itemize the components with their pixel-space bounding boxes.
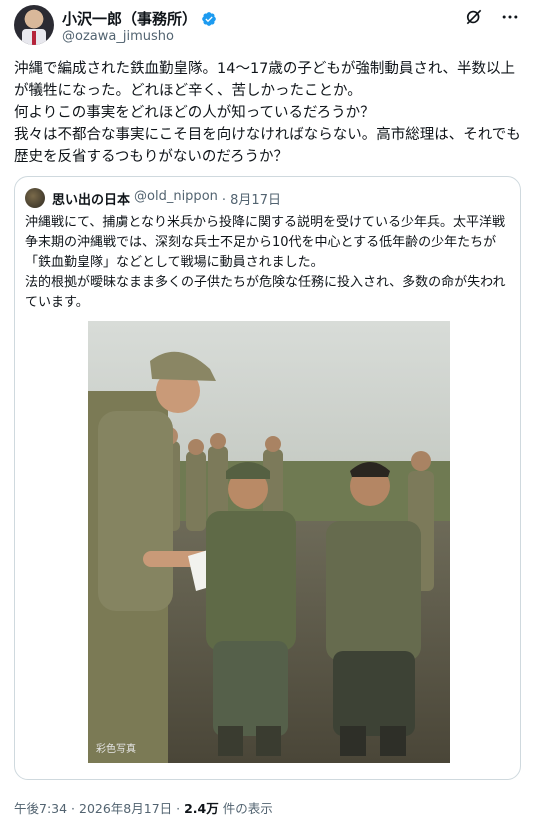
quoted-photo[interactable]: 彩色写真 [88,321,450,763]
tweet-meta: 午後7:34 · 2026年8月17日 · 2.4万 件の表示 [14,798,273,817]
author-handle[interactable]: @ozawa_jimusho [62,29,174,44]
quoted-author-name: 思い出の日本 [52,193,131,208]
author-name[interactable]: 小沢一郎（事務所） [62,8,197,29]
view-count: 2.4万 [184,801,219,816]
more-icon[interactable] [499,6,521,28]
photo-caption: 彩色写真 [96,744,136,755]
grok-icon[interactable] [463,6,485,28]
tweet-timestamp[interactable]: 午後7:34 · 2026年8月17日 · [14,801,184,816]
quoted-tweet[interactable]: 思い出の日本 @old_nippon · 8月17日 沖縄戦にて、捕虜となり米兵… [14,176,521,780]
quoted-tweet-text: 沖縄戦にて、捕虜となり米兵から投降に関する説明を受けている少年兵。太平洋戦争末期… [25,215,506,310]
quoted-author-avatar [25,188,45,208]
view-count-suffix: 件の表示 [218,801,273,816]
author-avatar[interactable] [14,5,54,45]
quoted-date: · 8月17日 [221,193,281,208]
verified-badge-icon [202,11,216,26]
quoted-author-handle: @old_nippon [134,189,218,204]
tweet-text: 沖縄で編成された鉄血勤皇隊。14〜17歳の子どもが強制動員され、半数以上が犠牲に… [14,61,521,165]
